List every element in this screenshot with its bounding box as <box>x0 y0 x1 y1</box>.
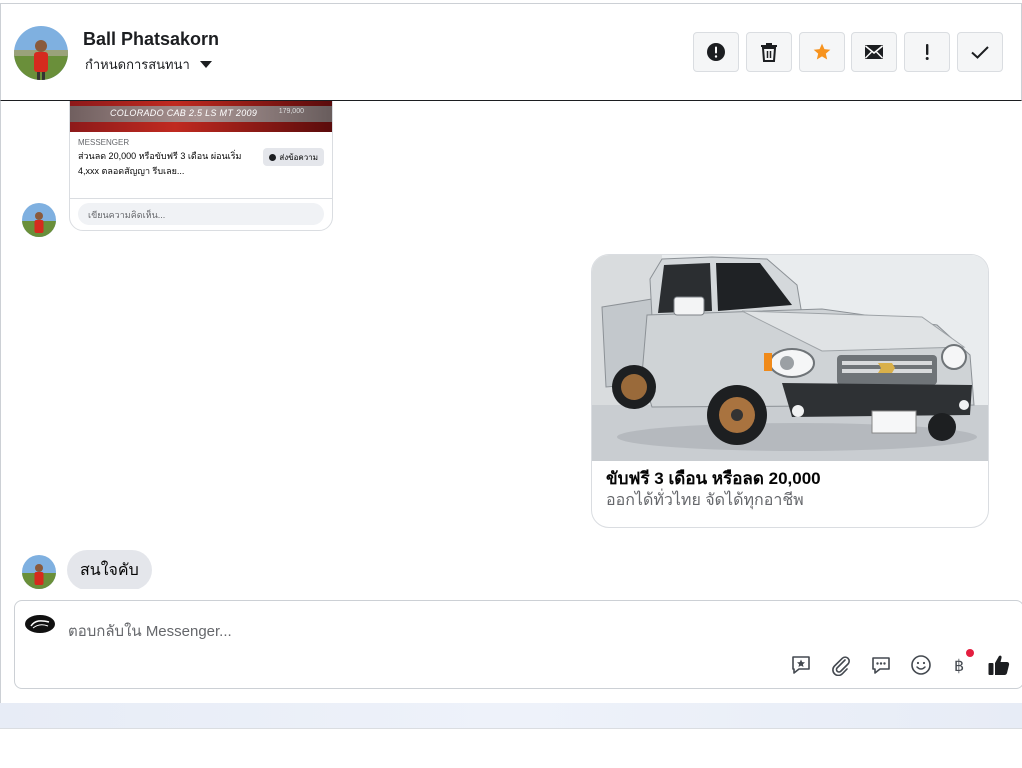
comment-input[interactable]: เขียนความคิดเห็น... <box>78 203 324 225</box>
chat-bubble-icon[interactable] <box>869 653 893 677</box>
notification-dot <box>966 649 974 657</box>
message-thread[interactable]: COLORADO CAB 2.5 LS MT 2009 179,000 MESS… <box>0 101 1022 589</box>
saved-reply-icon[interactable] <box>789 653 813 677</box>
send-message-label: ส่งข้อความ <box>279 152 318 162</box>
emoji-icon[interactable] <box>909 653 933 677</box>
svg-text:฿: ฿ <box>954 656 964 675</box>
star-icon <box>813 43 831 60</box>
reply-composer[interactable]: ตอบกลับใน Messenger... ฿ <box>14 600 1022 689</box>
delete-button[interactable] <box>746 32 792 72</box>
contact-avatar[interactable] <box>14 26 68 80</box>
contact-name[interactable]: Ball Phatsakorn <box>83 29 219 50</box>
follow-up-button[interactable] <box>904 32 950 72</box>
mark-done-button[interactable] <box>957 32 1003 72</box>
ad-card-subtitle: ออกได้ทั่วไทย จัดได้ทุกอาชีพ <box>606 492 804 509</box>
spam-button[interactable] <box>693 32 739 72</box>
post-banner-text: COLORADO CAB 2.5 LS MT 2009 <box>110 108 258 118</box>
panel-border <box>0 589 1 703</box>
post-divider <box>70 198 332 199</box>
conversation-panel: Ball Phatsakorn กำหนดการสนทนา COLORADO C… <box>0 0 1022 768</box>
post-kicker: MESSENGER <box>78 138 130 147</box>
attachment-icon[interactable] <box>829 653 853 677</box>
ad-message-card[interactable]: ขับฟรี 3 เดือน หรือลด 20,000 ออกได้ทั่วไ… <box>591 254 989 528</box>
thumbs-up-icon[interactable] <box>987 653 1011 677</box>
bottom-strip <box>0 703 1022 729</box>
reply-input[interactable]: ตอบกลับใน Messenger... <box>68 619 232 643</box>
post-text: ส่วนลด 20,000 หรือขับฟรี 3 เดือน ผ่อนเริ… <box>78 151 242 176</box>
mark-unread-button[interactable] <box>851 32 897 72</box>
page-logo-icon <box>25 615 55 633</box>
checkmark-icon <box>971 46 989 59</box>
caret-down-icon <box>199 61 212 68</box>
alert-circle-icon <box>707 43 725 61</box>
conversation-header: Ball Phatsakorn กำหนดการสนทนา <box>0 3 1022 101</box>
incoming-message-bubble[interactable]: สนใจคับ <box>67 550 152 589</box>
pickup-truck-photo <box>592 255 988 461</box>
star-button[interactable] <box>799 32 845 72</box>
contact-avatar-small <box>22 203 56 237</box>
send-message-button[interactable]: ส่งข้อความ <box>263 148 324 166</box>
post-banner-price: 179,000 <box>278 108 304 115</box>
envelope-icon <box>864 45 884 59</box>
messenger-icon <box>269 153 277 161</box>
trash-icon <box>761 43 777 62</box>
exclamation-icon <box>925 44 929 60</box>
shared-post-preview[interactable]: COLORADO CAB 2.5 LS MT 2009 179,000 MESS… <box>69 101 333 231</box>
contact-avatar-small <box>22 555 56 589</box>
assign-conversation-dropdown[interactable]: กำหนดการสนทนา <box>85 54 212 75</box>
assign-conversation-label: กำหนดการสนทนา <box>85 57 190 72</box>
post-banner-image: COLORADO CAB 2.5 LS MT 2009 179,000 <box>70 101 332 132</box>
